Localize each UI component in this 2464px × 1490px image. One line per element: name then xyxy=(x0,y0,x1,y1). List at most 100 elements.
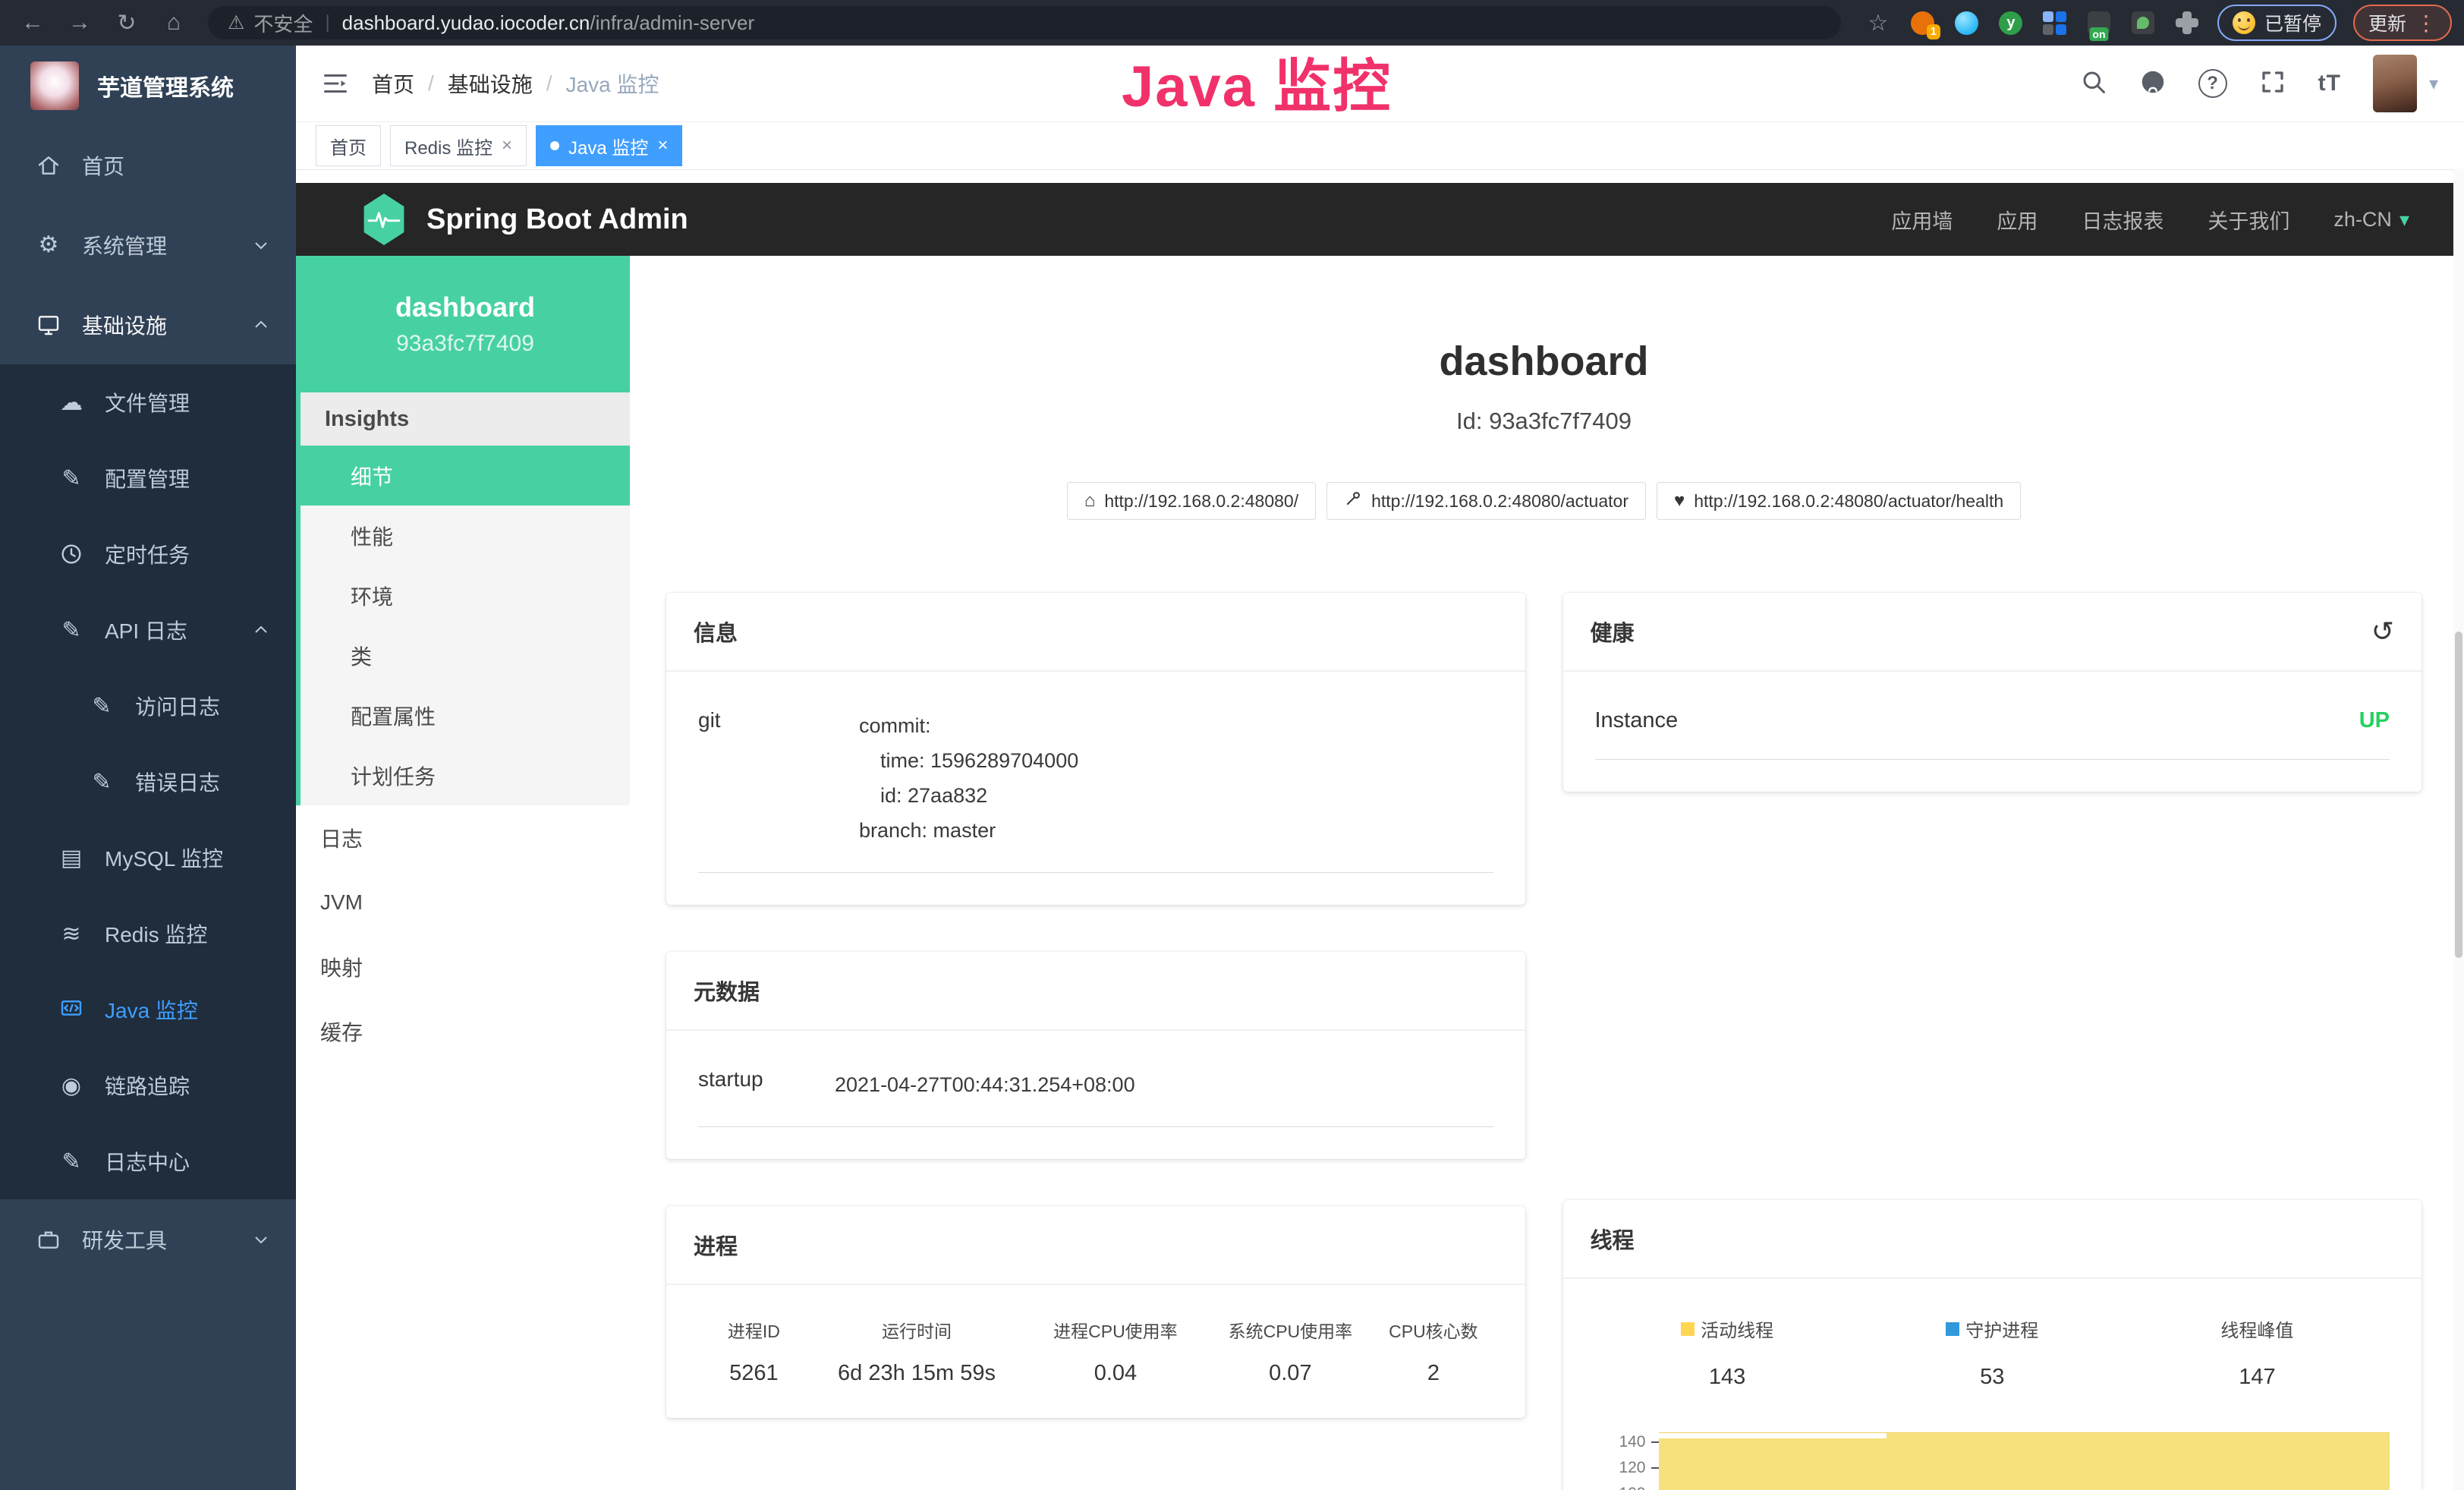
sba-item-mappings[interactable]: 映射 xyxy=(296,934,630,999)
tab-redis-monitor[interactable]: Redis 监控 × xyxy=(390,125,527,166)
help-icon[interactable]: ? xyxy=(2198,69,2227,98)
sba-nav-journal[interactable]: 日志报表 xyxy=(2082,205,2163,235)
sidebar-item-scheduled-jobs[interactable]: 定时任务 xyxy=(0,516,296,592)
history-icon[interactable]: ↺ xyxy=(2371,618,2394,645)
user-avatar[interactable] xyxy=(2373,55,2417,112)
heartbeat-icon: ♥ xyxy=(1674,490,1685,512)
sba-item-config-props[interactable]: 配置属性 xyxy=(301,685,630,745)
sba-item-details[interactable]: 细节 xyxy=(301,446,630,506)
reload-icon[interactable]: ↻ xyxy=(112,8,141,37)
sidebar-item-dev-tools[interactable]: 研发工具 xyxy=(0,1199,296,1279)
log-icon: ✎ xyxy=(87,769,117,795)
metadata-row-startup: startup 2021-04-27T00:44:31.254+08:00 xyxy=(698,1067,1493,1127)
sba-item-caches[interactable]: 缓存 xyxy=(296,999,630,1063)
app-logo-row[interactable]: 芋道管理系统 xyxy=(0,46,296,125)
search-icon[interactable] xyxy=(2080,68,2107,99)
sba-item-label: 缓存 xyxy=(320,1016,363,1047)
sidebar-item-label: 链路追踪 xyxy=(105,1070,190,1101)
extension-on-icon[interactable]: on xyxy=(2085,9,2113,36)
legend-value: 53 xyxy=(1980,1365,2004,1390)
tags-view: 首页 Redis 监控 × Java 监控 × xyxy=(296,122,2464,170)
sba-nav-about[interactable]: 关于我们 xyxy=(2208,205,2289,235)
collapse-sidebar-icon[interactable] xyxy=(322,70,349,97)
extensions-puzzle-icon[interactable] xyxy=(2173,9,2201,36)
sidebar-item-java-monitor[interactable]: Java 监控 xyxy=(0,972,296,1047)
avatar-caret-icon: ▾ xyxy=(2429,73,2438,95)
edit-icon: ✎ xyxy=(56,465,87,492)
sidebar-item-system[interactable]: ⚙ 系统管理 xyxy=(0,205,296,285)
sidebar-item-api-log[interactable]: ✎ API 日志 xyxy=(0,592,296,668)
breadcrumb-separator: / xyxy=(546,71,552,96)
sidebar-item-redis-monitor[interactable]: ≋ Redis 监控 xyxy=(0,896,296,972)
forward-icon[interactable]: → xyxy=(65,8,94,37)
health-key: Instance xyxy=(1595,708,1679,733)
actuator-url-button[interactable]: http://192.168.0.2:48080/actuator xyxy=(1326,482,1646,520)
extension-orange-icon[interactable]: 1 xyxy=(1909,9,1937,36)
info-value: commit: time: 1596289704000 id: 27aa832 … xyxy=(859,708,1078,848)
extension-leaf-icon[interactable] xyxy=(2129,9,2157,36)
sba-locale-select[interactable]: zh-CN ▾ xyxy=(2333,208,2409,232)
browser-update-button[interactable]: 更新 ⋮ xyxy=(2353,5,2452,41)
sba-item-label: 性能 xyxy=(351,521,393,551)
extension-drop-icon[interactable] xyxy=(1953,9,1981,36)
sidebar-item-log-center[interactable]: ✎ 日志中心 xyxy=(0,1123,296,1199)
tab-java-monitor[interactable]: Java 监控 × xyxy=(536,125,682,166)
log-icon: ✎ xyxy=(87,693,117,720)
sba-item-environment[interactable]: 环境 xyxy=(301,565,630,625)
sba-nav: 应用墙 应用 日志报表 关于我们 zh-CN ▾ xyxy=(1891,205,2409,235)
log-icon: ✎ xyxy=(56,1148,87,1175)
sba-item-logs[interactable]: 日志 xyxy=(296,805,630,870)
sidebar-item-home[interactable]: 首页 xyxy=(0,125,296,205)
health-url-button[interactable]: ♥ http://192.168.0.2:48080/actuator/heal… xyxy=(1657,482,2021,520)
extension-green-icon[interactable]: y xyxy=(1997,9,2025,36)
sidebar-item-trace[interactable]: ◉ 链路追踪 xyxy=(0,1047,296,1123)
chevron-down-icon xyxy=(252,1230,270,1249)
service-url-button[interactable]: ⌂ http://192.168.0.2:48080/ xyxy=(1067,482,1316,520)
card-title: 元数据 xyxy=(666,952,1525,1031)
legend-value: 147 xyxy=(2239,1365,2275,1390)
sidebar-item-label: 配置管理 xyxy=(105,463,190,493)
browser-menu-icon[interactable]: ⋮ xyxy=(2415,11,2437,36)
sidebar-item-label: 定时任务 xyxy=(105,539,190,569)
threads-chart: 140 120 100 xyxy=(1595,1425,2390,1490)
browser-home-icon[interactable]: ⌂ xyxy=(159,8,188,37)
sidebar-item-access-log[interactable]: ✎ 访问日志 xyxy=(0,668,296,744)
url-label: http://192.168.0.2:48080/ xyxy=(1104,491,1298,512)
scrollbar-thumb[interactable] xyxy=(2455,632,2462,958)
address-bar[interactable]: ⚠ 不安全 | dashboard.yudao.iocoder.cn/infra… xyxy=(208,6,1841,39)
profile-paused-chip[interactable]: 已暂停 xyxy=(2217,5,2337,41)
extension-grid-icon[interactable] xyxy=(2041,9,2069,36)
tab-home[interactable]: 首页 xyxy=(316,125,381,166)
sba-item-label: 映射 xyxy=(320,952,363,982)
close-icon[interactable]: × xyxy=(502,135,512,156)
back-icon[interactable]: ← xyxy=(18,8,47,37)
sba-nav-wallboard[interactable]: 应用墙 xyxy=(1891,205,1953,235)
sba-instance-header[interactable]: dashboard 93a3fc7f7409 xyxy=(301,256,630,392)
sba-item-metrics[interactable]: 性能 xyxy=(301,506,630,565)
sidebar-item-config[interactable]: ✎ 配置管理 xyxy=(0,440,296,516)
bookmark-star-icon[interactable]: ☆ xyxy=(1864,8,1893,37)
sidebar-item-infra[interactable]: 基础设施 xyxy=(0,285,296,364)
breadcrumb-home[interactable]: 首页 xyxy=(372,68,414,99)
fullscreen-icon[interactable] xyxy=(2259,68,2286,99)
section-label: Insights xyxy=(325,407,409,432)
close-icon[interactable]: × xyxy=(657,135,668,156)
legend-swatch-yellow xyxy=(1681,1322,1695,1336)
sidebar-item-label: 错误日志 xyxy=(135,767,220,797)
sba-item-label: 配置属性 xyxy=(351,701,436,731)
gear-icon: ⚙ xyxy=(33,232,64,258)
sba-nav-applications[interactable]: 应用 xyxy=(1997,205,2038,235)
sba-item-jvm[interactable]: JVM xyxy=(296,870,630,934)
sidebar-item-error-log[interactable]: ✎ 错误日志 xyxy=(0,744,296,820)
breadcrumb-infra[interactable]: 基础设施 xyxy=(448,68,533,99)
font-size-icon[interactable]: tT xyxy=(2318,71,2341,96)
chevron-up-icon xyxy=(252,316,270,334)
sidebar-item-mysql-monitor[interactable]: ▤ MySQL 监控 xyxy=(0,820,296,896)
sidebar-item-files[interactable]: ☁ 文件管理 xyxy=(0,364,296,440)
sba-brand[interactable]: Spring Boot Admin xyxy=(426,203,688,236)
page-scrollbar[interactable] xyxy=(2453,169,2464,1490)
sba-item-scheduled-tasks[interactable]: 计划任务 xyxy=(301,745,630,805)
home-icon xyxy=(33,153,64,178)
sba-item-classes[interactable]: 类 xyxy=(301,625,630,685)
github-icon[interactable] xyxy=(2139,68,2167,99)
